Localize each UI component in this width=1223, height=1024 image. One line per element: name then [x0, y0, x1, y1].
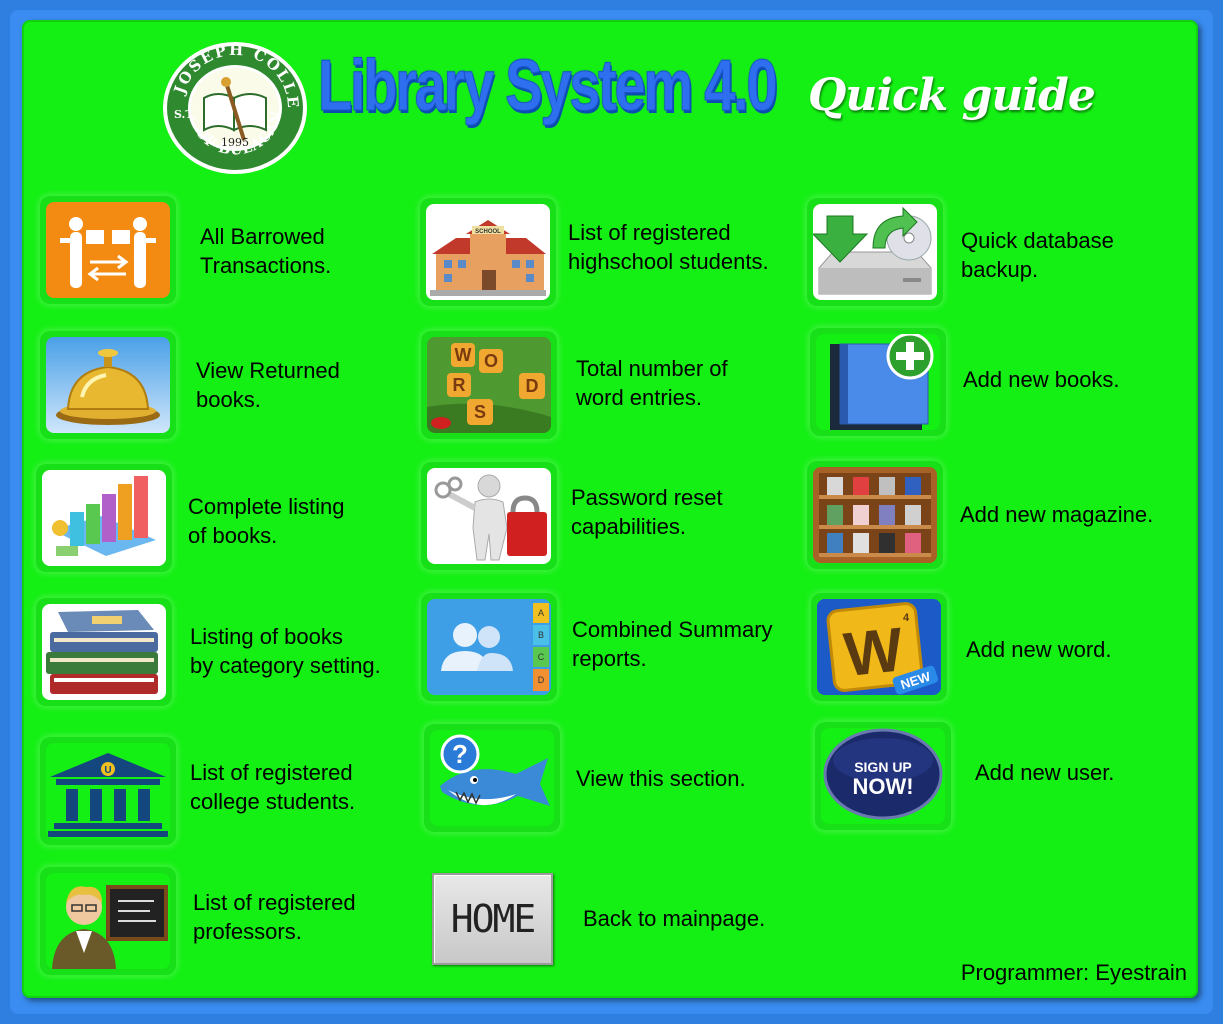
university-letter: U	[104, 765, 111, 776]
borrowed-transactions-label: All Barrowed Transactions.	[200, 224, 332, 278]
returned-books-label: View Returned books.	[196, 358, 340, 412]
app-title: Library System 4.0	[318, 46, 778, 126]
professor-icon	[52, 885, 168, 969]
add-magazine-label: Add new magazine.	[960, 502, 1154, 527]
words-game-icon: W O R D S	[427, 337, 551, 433]
home-label: Back to mainpage.	[583, 906, 766, 931]
school-sign-text: SCHOOL	[475, 229, 501, 235]
database-backup-icon	[813, 206, 932, 295]
words-tile-o: O	[484, 351, 498, 371]
bar-chart-icon	[52, 476, 156, 556]
highschool-students-label: List of registered highschool students.	[568, 220, 769, 274]
returned-books-button[interactable]	[40, 331, 176, 439]
college-students-label: List of registered college students.	[190, 760, 356, 814]
tab-a: A	[538, 608, 544, 618]
school-building-icon: SCHOOL	[430, 220, 546, 296]
home-button[interactable]: HOME	[432, 873, 553, 965]
logo-year: 1995	[221, 136, 249, 149]
add-books-button[interactable]	[810, 328, 946, 436]
borrow-transactions-icon	[60, 217, 156, 288]
words-tile-r: R	[453, 375, 466, 395]
signup-line2: NOW!	[852, 774, 913, 799]
tab-b: B	[538, 630, 544, 640]
signup-line1: SIGN UP	[854, 759, 912, 775]
word-entries-label: Total number of word entries.	[576, 356, 728, 410]
tab-d: D	[538, 675, 545, 685]
view-section-label: View this section.	[576, 766, 746, 791]
password-reset-label: Password reset capabilities.	[571, 485, 723, 539]
words-tile-s: S	[474, 402, 486, 422]
words-new-number: 4	[903, 612, 910, 624]
university-icon: U	[48, 753, 168, 837]
words-tile-d: D	[526, 376, 539, 396]
add-books-label: Add new books.	[963, 367, 1120, 392]
sign-up-icon: SIGN UP NOW!	[823, 728, 943, 820]
svg-text:?: ?	[452, 739, 468, 769]
books-by-category-button[interactable]	[36, 598, 172, 706]
help-shark-icon: ?	[440, 734, 550, 806]
summary-reports-label: Combined Summary reports.	[572, 617, 773, 671]
view-section-button[interactable]: ?	[424, 724, 560, 832]
database-backup-button[interactable]	[807, 198, 943, 306]
password-reset-button[interactable]	[421, 462, 557, 570]
complete-listing-button[interactable]	[36, 464, 172, 572]
service-bell-icon	[56, 349, 160, 425]
book-stack-icon	[46, 610, 158, 694]
contacts-icon: A B C D	[427, 599, 549, 695]
page-subtitle: Quick guide	[808, 70, 1096, 121]
add-magazine-button[interactable]	[807, 461, 943, 569]
books-by-category-label: Listing of books by category setting.	[190, 624, 381, 678]
word-entries-button[interactable]: W O R D S	[421, 331, 557, 439]
programmer-credit: Programmer: Eyestrain	[960, 960, 1187, 985]
tab-c: C	[538, 652, 545, 662]
summary-reports-button[interactable]: A B C D	[421, 593, 557, 701]
magazine-shelf-icon	[813, 467, 937, 563]
add-user-button[interactable]: SIGN UP NOW!	[815, 722, 951, 830]
complete-listing-label: Complete listing of books.	[188, 494, 345, 548]
add-user-label: Add new user.	[975, 760, 1115, 785]
professors-label: List of registered professors.	[193, 890, 356, 944]
college-students-button[interactable]: U	[40, 737, 176, 845]
logo-prefix-text: S.T.	[174, 108, 196, 121]
borrowed-transactions-button[interactable]	[40, 196, 176, 304]
professors-button[interactable]	[40, 867, 176, 975]
college-seal-logo: JOSEPH COLLEGE OF BULACAN S.T. 1995	[153, 26, 310, 176]
add-word-label: Add new word.	[966, 637, 1112, 662]
keys-lock-icon	[434, 474, 547, 561]
words-tile-w: W	[455, 345, 472, 365]
database-backup-label: Quick database backup.	[961, 228, 1114, 282]
add-book-icon	[830, 334, 934, 430]
add-word-button[interactable]: W 4 NEW	[811, 593, 947, 701]
highschool-students-button[interactable]: SCHOOL	[420, 198, 556, 306]
words-new-icon: W 4 NEW	[817, 599, 941, 695]
